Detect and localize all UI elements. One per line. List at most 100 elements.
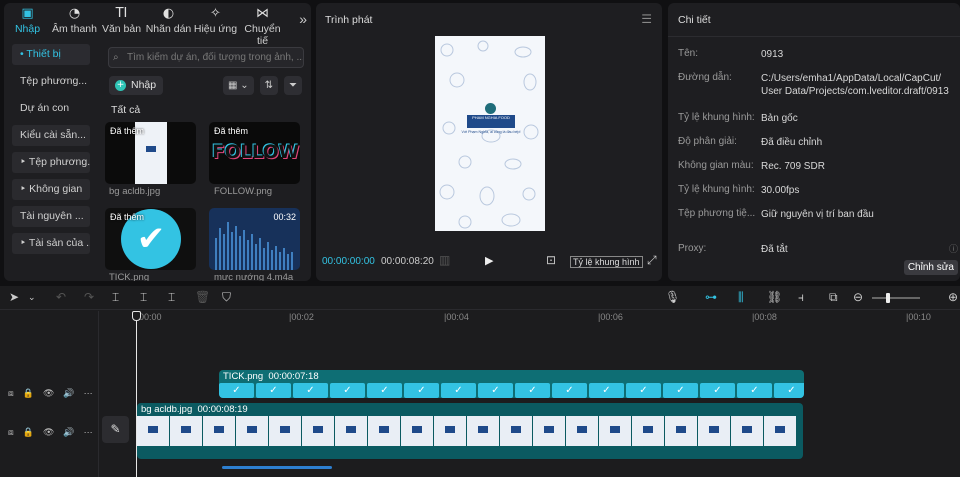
tab-effects[interactable]: ✧ Hiệu ứng	[192, 3, 239, 39]
undo-icon[interactable]: ↶	[56, 290, 66, 304]
tab-label: Nhãn dán	[145, 23, 192, 35]
timeline-scrollbar[interactable]	[222, 466, 332, 469]
preview-axis-icon[interactable]: ⫞	[798, 290, 804, 305]
microphone-icon[interactable]: 🎙	[665, 290, 680, 304]
split-right-icon[interactable]: ⌶	[168, 290, 175, 305]
tick-frame: ✓	[589, 383, 624, 398]
zoom-in-icon[interactable]: ⊕	[948, 290, 958, 304]
sidebar-item[interactable]: ‣ Tệp phương...	[12, 152, 90, 173]
time-ruler[interactable]: 00:00 |00:02 |00:04 |00:06 |00:08 |00:10	[99, 311, 960, 325]
auto-snap-icon[interactable]: ⫼	[738, 290, 744, 305]
details-title: Chi tiết	[678, 14, 711, 26]
select-tool-icon[interactable]: ➤	[9, 290, 19, 304]
logo-icon	[379, 426, 389, 433]
plus-icon: +	[115, 80, 126, 91]
sticker-icon: ◐	[162, 6, 175, 21]
eye-icon[interactable]: 👁	[43, 388, 54, 399]
more-tabs-icon[interactable]: »	[299, 11, 307, 27]
ruler-tick: 00:00	[139, 312, 162, 322]
text-icon: TI	[115, 6, 128, 21]
detail-label: Độ phân giải:	[678, 136, 737, 147]
delete-icon[interactable]: 🗑	[195, 290, 210, 304]
more-icon[interactable]: ⋯	[84, 388, 93, 399]
more-icon[interactable]: ⋯	[84, 427, 93, 438]
tab-label: Hiệu ứng	[193, 23, 238, 35]
bg-frame	[401, 416, 433, 446]
split-left-icon[interactable]: ⌶	[140, 290, 147, 305]
link-icon[interactable]: ⛓	[767, 290, 782, 304]
lock-icon[interactable]: 🔒	[23, 427, 34, 438]
fit-view-icon[interactable]: ⊡	[546, 253, 556, 267]
sidebar-item[interactable]: ‣ Không gian	[12, 179, 90, 200]
media-item-tick[interactable]: ✔ Đã thêm	[105, 208, 196, 270]
aspect-ratio-button[interactable]: Tỷ lệ khung hình	[570, 256, 643, 268]
menu-icon[interactable]: ☰	[641, 12, 652, 26]
split-icon[interactable]: ⌶	[112, 290, 119, 305]
tick-frame: ✓	[626, 383, 661, 398]
media-item-follow[interactable]: Đã thêm FOLLOW	[209, 122, 300, 184]
lock-icon[interactable]: 🔒	[23, 388, 34, 399]
bg-frame	[302, 416, 334, 446]
sort-button[interactable]: ⇅	[259, 76, 278, 95]
zoom-out-icon[interactable]: ⊖	[853, 290, 863, 304]
sidebar-item[interactable]: Tài nguyên ...	[12, 206, 90, 227]
grid-view-button[interactable]: ▦ ⌄	[223, 76, 254, 95]
play-button[interactable]: ▶	[485, 254, 493, 267]
fullscreen-icon[interactable]: ⤢	[647, 253, 657, 268]
import-button[interactable]: + Nhập	[109, 76, 163, 95]
sticker-clip[interactable]: TICK.png 00:00:07:18 ✓ ✓ ✓ ✓ ✓ ✓ ✓ ✓ ✓ ✓ ✓ ✓ ✓ ✓ ✓ ✓	[219, 370, 804, 398]
eye-icon[interactable]: 👁	[43, 427, 54, 438]
media-tabs: ▣ Nhập ◔ Âm thanh TI Văn bản ◐ Nhãn dán ✧ Hiệu ứn…	[4, 3, 311, 47]
media-item-bg[interactable]: Đã thêm	[105, 122, 196, 184]
bg-frame	[632, 416, 664, 446]
sidebar-item[interactable]: ‣ Tài sản của ...	[12, 233, 90, 254]
duration-label: 00:32	[273, 212, 296, 222]
volume-icon[interactable]: 🔊	[63, 388, 74, 399]
main-track-magnet-icon[interactable]: ⊶	[705, 290, 717, 304]
playhead-handle[interactable]	[132, 311, 141, 321]
detail-label: Tỷ lệ khung hình:	[678, 112, 755, 123]
tab-audio[interactable]: ◔ Âm thanh	[51, 3, 98, 39]
media-item-audio[interactable]: 00:32	[209, 208, 300, 270]
main-clip[interactable]: bg acldb.jpg 00:00:08:19	[137, 403, 803, 459]
sidebar-item[interactable]: • Thiết bị	[12, 44, 90, 65]
video-preview[interactable]: PHAM NGHIA FOOD Với Phạm Nghĩa, ai cũng …	[435, 36, 545, 231]
sidebar-item[interactable]: Kiểu cài sẵn...	[12, 125, 90, 146]
track-type-icon: ⧈	[8, 388, 14, 398]
filter-button[interactable]: ⏷	[284, 76, 302, 95]
tab-sticker[interactable]: ◐ Nhãn dán	[145, 3, 192, 39]
logo-icon	[214, 426, 224, 433]
volume-icon[interactable]: 🔊	[63, 427, 74, 438]
chevron-down-icon[interactable]: ⌄	[28, 292, 36, 303]
sidebar-item[interactable]: Dự án con	[12, 98, 90, 119]
audio-meter-icon: ▥	[439, 253, 451, 267]
playhead[interactable]	[132, 311, 141, 477]
tab-transition[interactable]: ⋈ Chuyển tiế	[239, 3, 286, 47]
detail-value: Đã điều chỉnh	[761, 137, 823, 148]
bg-frame	[665, 416, 697, 446]
clip-frames	[137, 416, 797, 446]
tab-text[interactable]: TI Văn bản	[98, 3, 145, 39]
ruler-tick: |00:08	[752, 312, 777, 322]
zoom-slider[interactable]	[872, 293, 920, 303]
marker-icon[interactable]: ⛉	[222, 290, 231, 305]
info-icon[interactable]: ⓘ	[949, 242, 958, 255]
audio-icon: ◔	[68, 6, 81, 21]
current-time: 00:00:00:00	[322, 256, 375, 267]
detail-value: Bản gốc	[761, 113, 798, 124]
redo-icon[interactable]: ↷	[84, 290, 94, 304]
section-title: Tất cả	[111, 104, 141, 116]
zoom-slider-knob[interactable]	[886, 293, 890, 303]
cover-edit-button[interactable]: ✎	[102, 416, 129, 443]
search-input[interactable]: ⌕ Tìm kiếm dự án, đối tượng trong ảnh, ..…	[108, 47, 304, 68]
tab-import[interactable]: ▣ Nhập	[4, 3, 51, 39]
logo-icon	[346, 426, 356, 433]
edit-button[interactable]: Chỉnh sửa	[903, 260, 958, 275]
ruler-tick: |00:06	[598, 312, 623, 322]
logo-icon	[676, 426, 686, 433]
sidebar-item[interactable]: Tệp phương...	[12, 71, 90, 92]
caption-icon[interactable]: ⧉	[829, 290, 838, 305]
tick-frame: ✓	[737, 383, 772, 398]
logo-icon	[478, 426, 488, 433]
detail-value: C:/Users/emha1/AppData/Local/CapCut/ Use…	[761, 73, 949, 97]
